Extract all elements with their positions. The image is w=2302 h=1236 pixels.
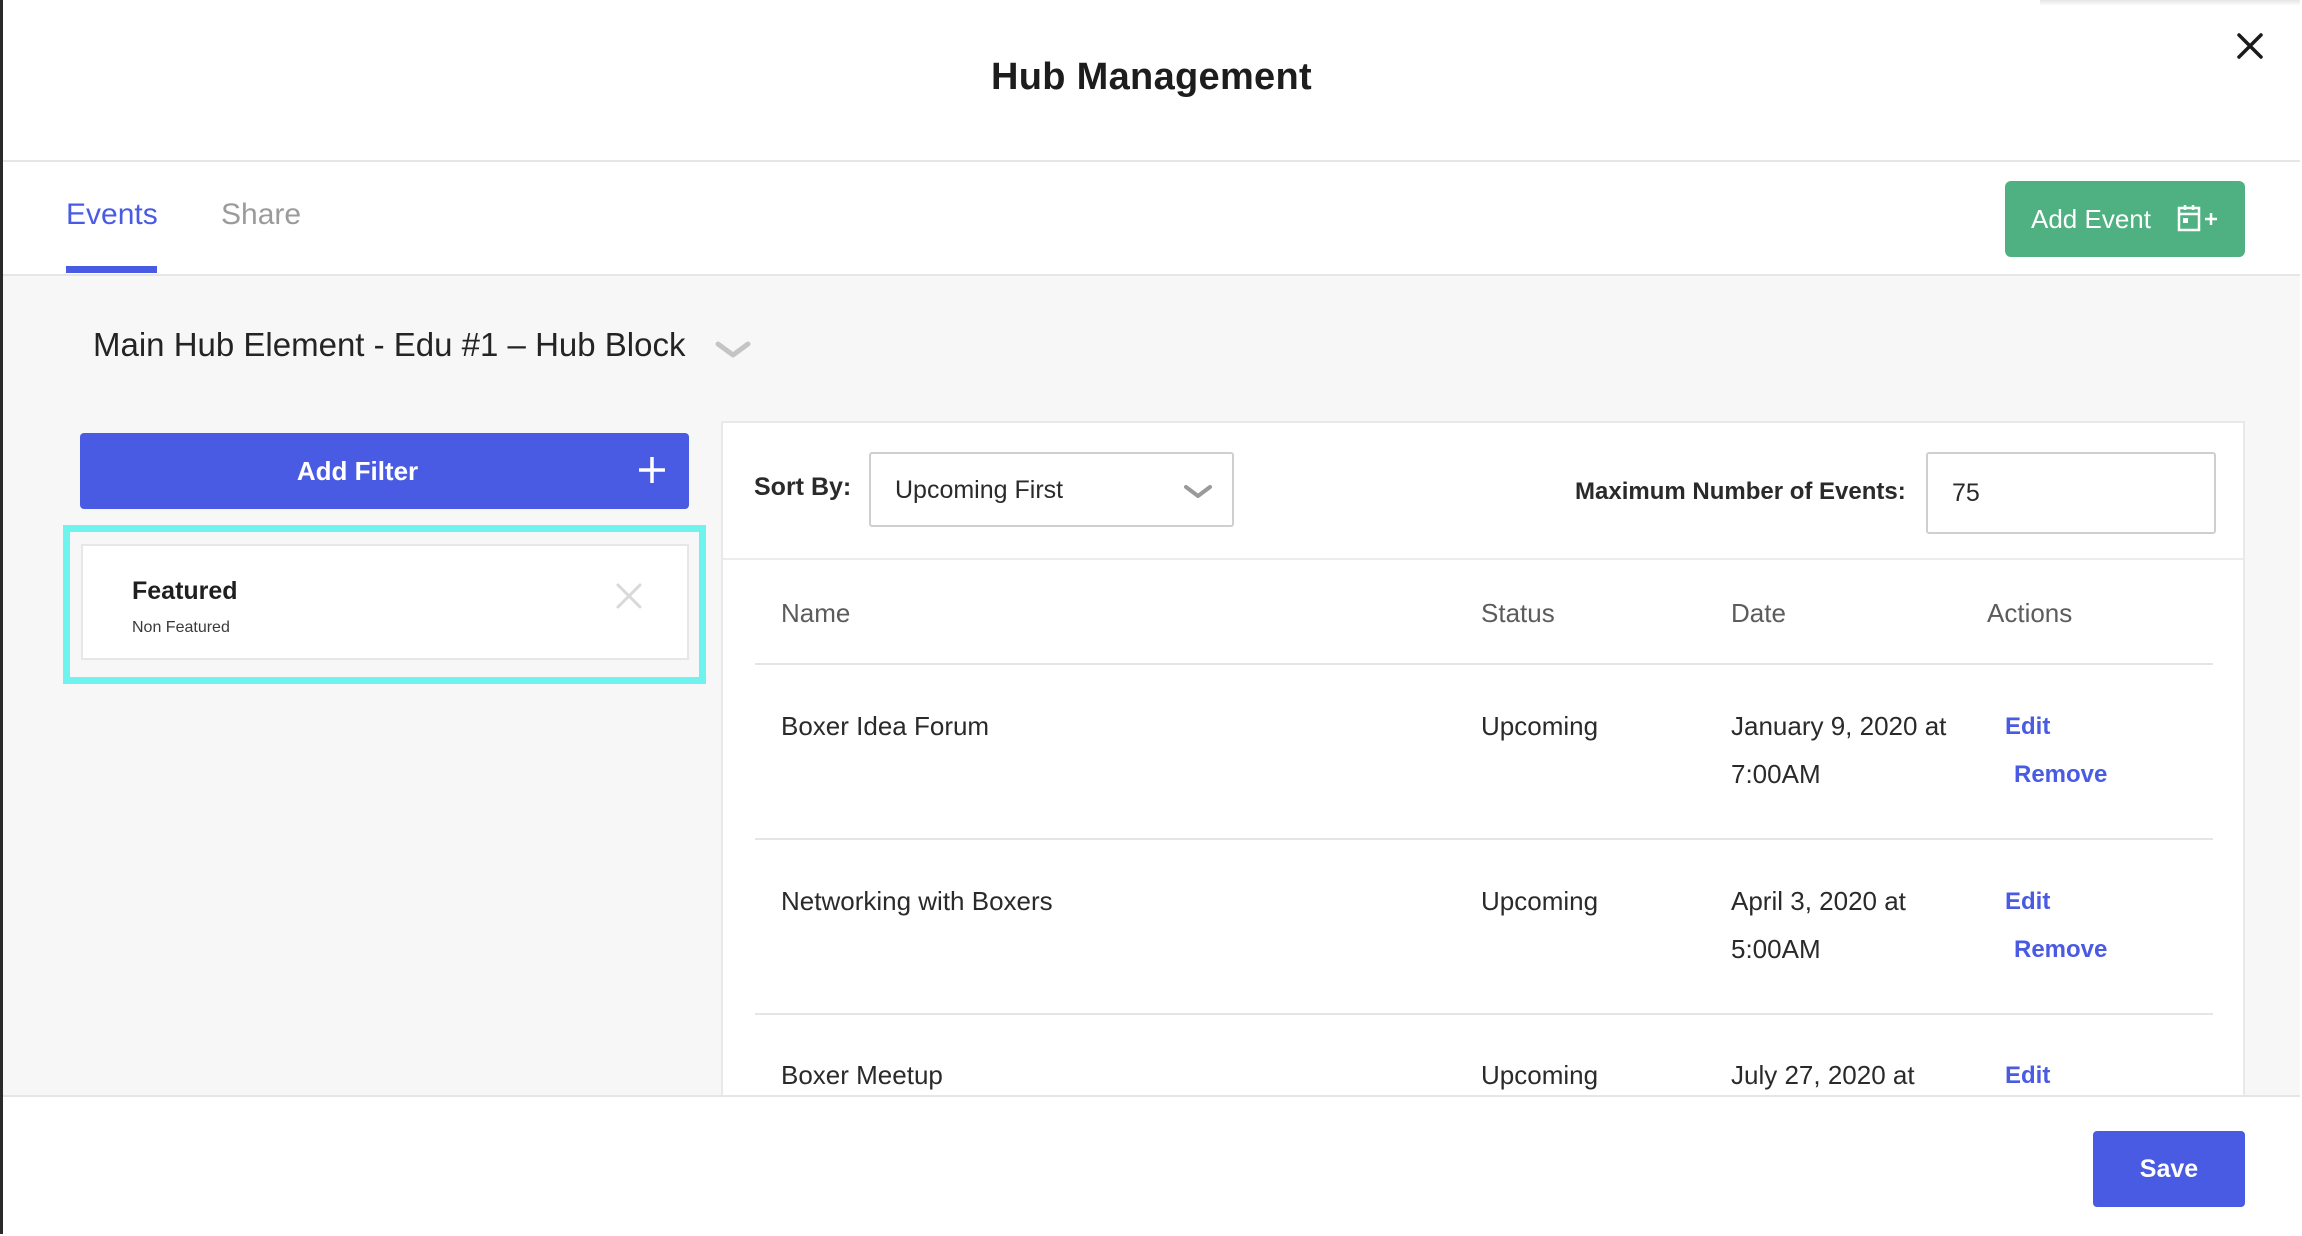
event-status: Upcoming bbox=[1481, 886, 1599, 916]
event-name: Boxer Meetup bbox=[781, 1060, 943, 1090]
event-date: January 9, 2020 at 7:00AM bbox=[1731, 711, 1947, 789]
divider bbox=[755, 838, 2213, 840]
add-event-label: Add Event bbox=[2031, 204, 2151, 234]
calendar-plus-icon bbox=[2177, 205, 2221, 242]
sort-by-label: Sort By: bbox=[754, 473, 852, 501]
event-status: Upcoming bbox=[1481, 711, 1599, 741]
modal-footer: Save bbox=[3, 1095, 2300, 1236]
edit-event-link[interactable]: Edit bbox=[2005, 1062, 2050, 1090]
hub-management-modal: Hub Management Events Share Add Event Ma… bbox=[0, 0, 2300, 1236]
divider bbox=[755, 663, 2213, 665]
chevron-down-icon bbox=[1183, 484, 1213, 505]
tab-share[interactable]: Share bbox=[221, 198, 301, 232]
save-button[interactable]: Save bbox=[2093, 1131, 2245, 1207]
page-title: Hub Management bbox=[991, 56, 1312, 98]
event-status: Upcoming bbox=[1481, 1060, 1599, 1090]
edit-event-link[interactable]: Edit bbox=[2005, 888, 2050, 916]
hub-selector[interactable]: Main Hub Element - Edu #1 – Hub Block bbox=[93, 326, 685, 364]
max-events-label: Maximum Number of Events: bbox=[1575, 478, 1906, 505]
modal-header: Hub Management bbox=[3, 0, 2300, 162]
filter-name: Featured bbox=[132, 577, 238, 605]
add-event-button[interactable]: Add Event bbox=[2005, 181, 2245, 257]
close-icon[interactable] bbox=[2230, 26, 2270, 66]
tab-bar: Events Share Add Event bbox=[3, 162, 2300, 276]
event-name: Networking with Boxers bbox=[781, 886, 1053, 916]
column-header-actions: Actions bbox=[1987, 598, 2073, 628]
column-header-status: Status bbox=[1481, 598, 1555, 628]
active-tab-indicator bbox=[66, 266, 157, 273]
remove-event-link[interactable]: Remove bbox=[2014, 936, 2107, 964]
chevron-down-icon[interactable] bbox=[715, 340, 751, 365]
event-date: July 27, 2020 at bbox=[1731, 1060, 1915, 1090]
content-area: Main Hub Element - Edu #1 – Hub Block Ad… bbox=[3, 276, 2300, 1096]
filter-card[interactable]: Featured Non Featured bbox=[81, 544, 689, 660]
events-panel: Sort By: Upcoming First Maximum Number o… bbox=[721, 421, 2245, 1096]
edit-event-link[interactable]: Edit bbox=[2005, 713, 2050, 741]
column-header-date: Date bbox=[1731, 598, 1786, 628]
divider bbox=[723, 558, 2243, 560]
max-events-input[interactable] bbox=[1926, 452, 2216, 534]
filter-value: Non Featured bbox=[132, 619, 230, 636]
event-name: Boxer Idea Forum bbox=[781, 711, 990, 741]
tab-events[interactable]: Events bbox=[66, 198, 158, 232]
column-header-name: Name bbox=[781, 598, 851, 628]
add-filter-button[interactable]: Add Filter bbox=[80, 433, 689, 509]
divider bbox=[755, 1013, 2213, 1015]
add-filter-label: Add Filter bbox=[296, 456, 419, 486]
remove-event-link[interactable]: Remove bbox=[2014, 761, 2107, 789]
sort-by-value: Upcoming First bbox=[895, 476, 1064, 504]
sort-by-select[interactable]: Upcoming First bbox=[869, 452, 1234, 527]
close-icon[interactable] bbox=[615, 582, 643, 615]
plus-icon bbox=[636, 454, 668, 491]
event-date: April 3, 2020 at 5:00AM bbox=[1731, 886, 1906, 964]
